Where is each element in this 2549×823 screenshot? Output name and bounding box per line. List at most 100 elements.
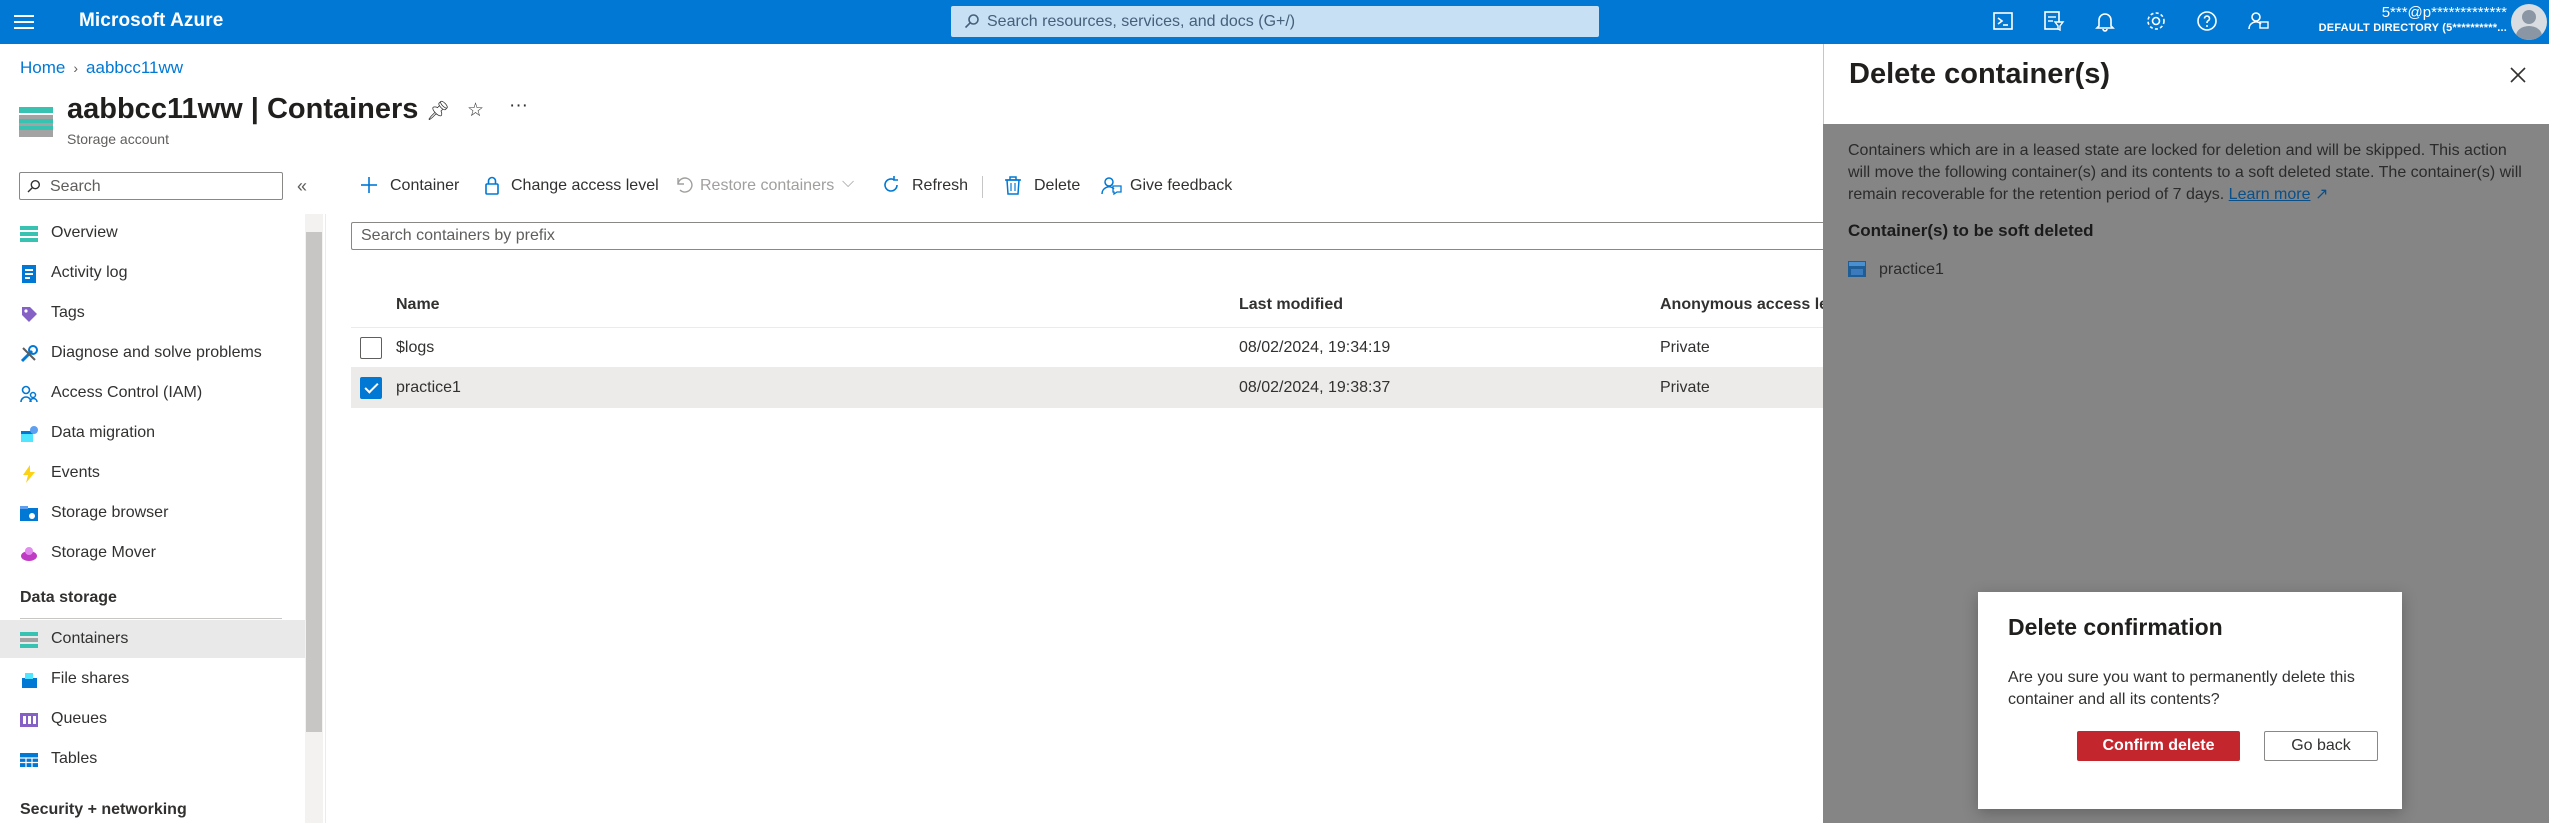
nav-search-placeholder: Search bbox=[50, 178, 101, 195]
sidebar-item-diagnose[interactable]: Diagnose and solve problems bbox=[0, 334, 305, 372]
external-link-icon: ↗ bbox=[2314, 186, 2329, 203]
panel-title: Delete container(s) bbox=[1849, 58, 2111, 90]
give-feedback-button[interactable]: Give feedback bbox=[1100, 172, 1240, 200]
account-directory: DEFAULT DIRECTORY (5**********... bbox=[2318, 22, 2507, 34]
column-header-name[interactable]: Name bbox=[396, 296, 440, 314]
sidebar-item-label: Overview bbox=[51, 224, 118, 241]
sidebar-item-label: Containers bbox=[51, 630, 129, 647]
sidebar-item-overview[interactable]: Overview bbox=[0, 214, 305, 252]
delete-label: Delete bbox=[1034, 177, 1081, 194]
notifications-icon[interactable] bbox=[2092, 8, 2118, 34]
search-icon bbox=[27, 179, 41, 193]
more-options-icon[interactable]: ··· bbox=[509, 95, 528, 117]
sidebar-item-label: Tags bbox=[51, 304, 85, 321]
chevron-right-icon: › bbox=[73, 60, 79, 76]
nav-search-input[interactable]: Search bbox=[19, 172, 283, 200]
last-modified: 08/02/2024, 19:38:37 bbox=[1239, 379, 1391, 396]
data-migration-icon bbox=[21, 426, 38, 442]
queues-icon bbox=[20, 713, 38, 727]
settings-icon[interactable] bbox=[2143, 8, 2169, 34]
account-name: 5***@p************* bbox=[2381, 4, 2507, 21]
table-row[interactable]: practice1 08/02/2024, 19:38:37 Private bbox=[351, 368, 1831, 408]
favorite-star-icon[interactable]: ☆ bbox=[467, 99, 484, 122]
account-info[interactable]: 5***@p************* DEFAULT DIRECTORY (5… bbox=[2319, 5, 2507, 35]
containers-icon bbox=[20, 632, 38, 648]
sidebar-item-label: Events bbox=[51, 464, 100, 481]
container-prefix-search-input[interactable]: Search containers by prefix bbox=[351, 222, 1831, 250]
directory-filter-icon[interactable] bbox=[2041, 8, 2067, 34]
trash-icon bbox=[1005, 176, 1021, 195]
top-bar: Microsoft Azure Search resources, servic… bbox=[0, 0, 2549, 44]
avatar[interactable] bbox=[2511, 4, 2547, 40]
sidebar-item-storage-mover[interactable]: Storage Mover bbox=[0, 534, 305, 572]
sidebar-item-label: Queues bbox=[51, 710, 108, 727]
column-header-access-level[interactable]: Anonymous access level bbox=[1660, 296, 1831, 314]
delete-confirmation-dialog: Delete confirmation Are you sure you wan… bbox=[1978, 592, 2402, 809]
sidebar-item-label: Data migration bbox=[51, 424, 156, 441]
go-back-button[interactable]: Go back bbox=[2264, 731, 2378, 761]
toolbar-divider bbox=[982, 176, 983, 198]
refresh-icon bbox=[884, 176, 898, 192]
change-access-level-button[interactable]: Change access level bbox=[481, 172, 661, 200]
sidebar-item-tables[interactable]: Tables bbox=[0, 740, 305, 778]
learn-more-link[interactable]: Learn more bbox=[2229, 186, 2311, 203]
nav-scrollbar[interactable] bbox=[305, 214, 323, 823]
restore-containers-label: Restore containers bbox=[700, 177, 835, 194]
soft-delete-container-name: practice1 bbox=[1879, 261, 1944, 278]
pin-icon[interactable]: 📌︎ bbox=[426, 99, 450, 123]
global-search-placeholder: Search resources, services, and docs (G+… bbox=[987, 13, 1296, 30]
brand-label[interactable]: Microsoft Azure bbox=[79, 10, 223, 32]
confirm-delete-button[interactable]: Confirm delete bbox=[2077, 731, 2240, 761]
table-row[interactable]: $logs 08/02/2024, 19:34:19 Private bbox=[351, 328, 1831, 368]
dialog-message: Are you sure you want to permanently del… bbox=[2008, 669, 2355, 708]
activity-log-icon bbox=[22, 265, 36, 283]
global-search-input[interactable]: Search resources, services, and docs (G+… bbox=[951, 6, 1599, 37]
search-icon bbox=[964, 14, 979, 29]
sidebar-item-data-migration[interactable]: Data migration bbox=[0, 414, 305, 452]
file-shares-icon bbox=[22, 673, 37, 688]
give-feedback-label: Give feedback bbox=[1130, 177, 1233, 194]
panel-description: Containers which are in a leased state a… bbox=[1848, 140, 2528, 206]
help-icon[interactable] bbox=[2194, 8, 2220, 34]
close-icon[interactable] bbox=[2505, 62, 2531, 88]
access-level: Private bbox=[1660, 339, 1710, 356]
container-name[interactable]: $logs bbox=[396, 339, 434, 357]
sidebar-item-iam[interactable]: Access Control (IAM) bbox=[0, 374, 305, 412]
tables-icon bbox=[20, 753, 38, 767]
feedback-icon[interactable] bbox=[2245, 8, 2271, 34]
storage-mover-icon bbox=[21, 547, 37, 561]
resource-type-label: Storage account bbox=[67, 131, 169, 147]
sidebar-item-activity-log[interactable]: Activity log bbox=[0, 254, 305, 292]
sidebar-item-containers[interactable]: Containers bbox=[0, 620, 305, 658]
access-level: Private bbox=[1660, 379, 1710, 396]
overview-icon bbox=[20, 226, 38, 242]
row-checkbox[interactable] bbox=[360, 377, 382, 399]
menu-icon[interactable] bbox=[14, 12, 34, 32]
sidebar-item-file-shares[interactable]: File shares bbox=[0, 660, 305, 698]
column-header-last-modified[interactable]: Last modified bbox=[1239, 296, 1343, 314]
lock-icon bbox=[485, 176, 499, 195]
add-container-label: Container bbox=[390, 177, 460, 194]
restore-containers-button[interactable]: Restore containers ⌵ bbox=[672, 172, 862, 200]
iam-icon bbox=[20, 385, 38, 403]
refresh-label: Refresh bbox=[912, 177, 969, 194]
sidebar-item-storage-browser[interactable]: Storage browser bbox=[0, 494, 305, 532]
table-header: Name Last modified Anonymous access leve… bbox=[351, 292, 1831, 328]
delete-button[interactable]: Delete bbox=[1002, 172, 1082, 200]
refresh-button[interactable]: Refresh bbox=[880, 172, 970, 200]
add-container-button[interactable]: Container bbox=[358, 172, 468, 200]
container-name[interactable]: practice1 bbox=[396, 379, 461, 397]
sidebar-item-queues[interactable]: Queues bbox=[0, 700, 305, 738]
sidebar-item-events[interactable]: Events bbox=[0, 454, 305, 492]
collapse-nav-icon[interactable]: « bbox=[297, 176, 307, 197]
nav-group-data-storage: Data storage bbox=[20, 589, 117, 606]
breadcrumb-home[interactable]: Home bbox=[20, 58, 65, 77]
nav-scrollbar-thumb[interactable] bbox=[306, 232, 322, 732]
nav-divider-vertical bbox=[325, 214, 326, 823]
row-checkbox[interactable] bbox=[360, 337, 382, 359]
container-icon bbox=[1848, 261, 1866, 277]
sidebar-item-tags[interactable]: Tags bbox=[0, 294, 305, 332]
events-icon bbox=[23, 465, 35, 483]
cloud-shell-icon[interactable] bbox=[1990, 8, 2016, 34]
breadcrumb-resource[interactable]: aabbcc11ww bbox=[86, 58, 183, 77]
